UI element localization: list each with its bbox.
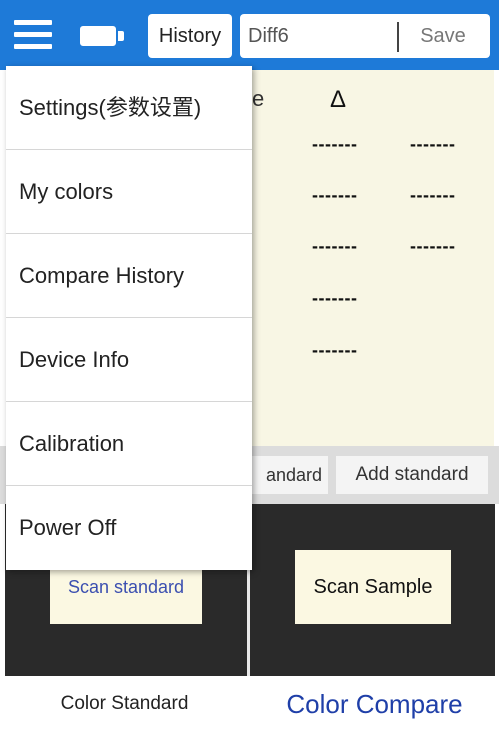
save-button[interactable]: Save (402, 18, 484, 54)
menu-icon[interactable] (14, 20, 52, 50)
column-header-fragment: e (252, 86, 265, 111)
standard-button[interactable]: andard (250, 456, 328, 494)
result-value: ------- (312, 236, 358, 256)
field-divider (397, 22, 399, 52)
result-value: ------- (312, 185, 358, 205)
result-value: ------- (312, 288, 358, 308)
delta-header: Δ (330, 86, 347, 113)
result-value: ------- (410, 185, 456, 205)
battery-cap (118, 31, 124, 41)
scan-sample-button[interactable]: Scan Sample (295, 550, 451, 624)
battery-icon (80, 26, 116, 46)
tab-color-standard[interactable]: Color Standard (0, 676, 249, 737)
menu-item-compare-history[interactable]: Compare History (6, 234, 252, 318)
result-value: ------- (410, 236, 456, 256)
name-input[interactable] (248, 18, 388, 54)
result-value: ------- (410, 134, 456, 154)
history-button[interactable]: History (148, 14, 232, 58)
menu-item-device-info[interactable]: Device Info (6, 318, 252, 402)
menu-item-settings[interactable]: Settings(参数设置) (6, 66, 252, 150)
dropdown-menu: Settings(参数设置) My colors Compare History… (6, 66, 252, 570)
menu-item-power-off[interactable]: Power Off (6, 486, 252, 570)
menu-item-calibration[interactable]: Calibration (6, 402, 252, 486)
tab-color-compare[interactable]: Color Compare (250, 676, 499, 737)
menu-item-my-colors[interactable]: My colors (6, 150, 252, 234)
add-standard-button[interactable]: Add standard (336, 456, 488, 494)
result-value: ------- (312, 134, 358, 154)
results-panel (250, 70, 494, 446)
result-value: ------- (312, 340, 358, 360)
